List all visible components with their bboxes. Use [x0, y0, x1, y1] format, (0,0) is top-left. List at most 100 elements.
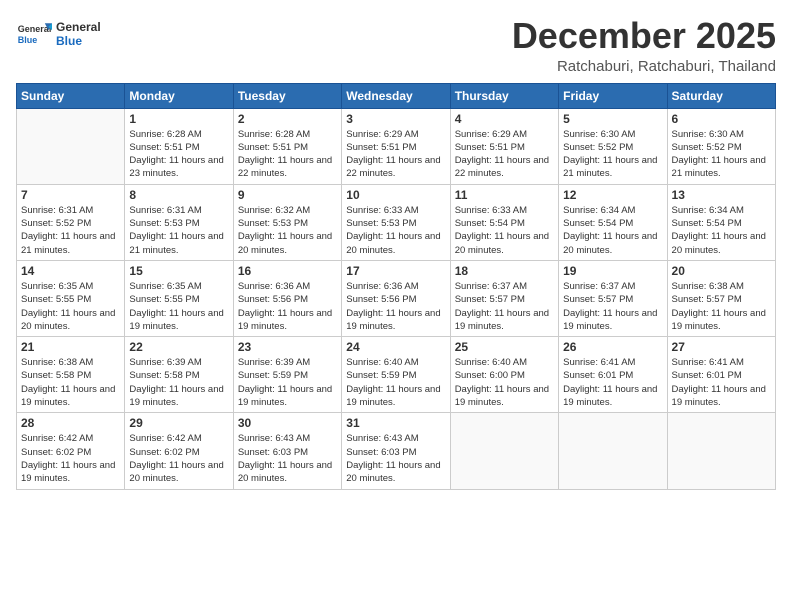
day-info: Sunrise: 6:34 AMSunset: 5:54 PMDaylight:… [563, 204, 662, 257]
calendar-cell [559, 413, 667, 489]
day-number: 11 [455, 188, 554, 202]
calendar-week-2: 7 Sunrise: 6:31 AMSunset: 5:52 PMDaylight… [17, 184, 776, 260]
weekday-header-thursday: Thursday [450, 83, 558, 108]
day-number: 10 [346, 188, 445, 202]
day-info: Sunrise: 6:39 AMSunset: 5:58 PMDaylight:… [129, 356, 228, 409]
day-info: Sunrise: 6:35 AMSunset: 5:55 PMDaylight:… [21, 280, 120, 333]
page-header: General Blue General Blue December 2025 … [16, 16, 776, 75]
day-number: 15 [129, 264, 228, 278]
day-number: 31 [346, 416, 445, 430]
day-info: Sunrise: 6:40 AMSunset: 5:59 PMDaylight:… [346, 356, 445, 409]
calendar-cell: 3 Sunrise: 6:29 AMSunset: 5:51 PMDaylight… [342, 108, 450, 184]
calendar-cell: 27Sunrise: 6:41 AMSunset: 6:01 PMDayligh… [667, 337, 775, 413]
calendar-cell: 15 Sunrise: 6:35 AMSunset: 5:55 PMDayligh… [125, 260, 233, 336]
calendar-cell: 18Sunrise: 6:37 AMSunset: 5:57 PMDayligh… [450, 260, 558, 336]
calendar-cell [667, 413, 775, 489]
day-info: Sunrise: 6:36 AMSunset: 5:56 PMDaylight:… [238, 280, 337, 333]
calendar-cell: 10 Sunrise: 6:33 AMSunset: 5:53 PMDayligh… [342, 184, 450, 260]
calendar-week-4: 21 Sunrise: 6:38 AMSunset: 5:58 PMDayligh… [17, 337, 776, 413]
day-info: Sunrise: 6:30 AMSunset: 5:52 PMDaylight:… [563, 128, 662, 181]
day-info: Sunrise: 6:33 AMSunset: 5:53 PMDaylight:… [346, 204, 445, 257]
calendar-cell: 14Sunrise: 6:35 AMSunset: 5:55 PMDayligh… [17, 260, 125, 336]
weekday-header-monday: Monday [125, 83, 233, 108]
day-info: Sunrise: 6:37 AMSunset: 5:57 PMDaylight:… [455, 280, 554, 333]
day-info: Sunrise: 6:30 AMSunset: 5:52 PMDaylight:… [672, 128, 771, 181]
day-number: 6 [672, 112, 771, 126]
weekday-header-friday: Friday [559, 83, 667, 108]
calendar-cell: 8Sunrise: 6:31 AMSunset: 5:53 PMDaylight… [125, 184, 233, 260]
day-number: 29 [129, 416, 228, 430]
calendar-cell: 25 Sunrise: 6:40 AMSunset: 6:00 PMDayligh… [450, 337, 558, 413]
day-info: Sunrise: 6:38 AMSunset: 5:58 PMDaylight:… [21, 356, 120, 409]
day-number: 5 [563, 112, 662, 126]
day-number: 13 [672, 188, 771, 202]
weekday-header-tuesday: Tuesday [233, 83, 341, 108]
calendar-cell: 7 Sunrise: 6:31 AMSunset: 5:52 PMDaylight… [17, 184, 125, 260]
day-info: Sunrise: 6:41 AMSunset: 6:01 PMDaylight:… [672, 356, 771, 409]
day-number: 16 [238, 264, 337, 278]
calendar-cell: 17 Sunrise: 6:36 AMSunset: 5:56 PMDayligh… [342, 260, 450, 336]
day-number: 3 [346, 112, 445, 126]
day-info: Sunrise: 6:42 AMSunset: 6:02 PMDaylight:… [21, 432, 120, 485]
calendar-cell [17, 108, 125, 184]
day-info: Sunrise: 6:42 AMSunset: 6:02 PMDaylight:… [129, 432, 228, 485]
calendar-cell: 28 Sunrise: 6:42 AMSunset: 6:02 PMDayligh… [17, 413, 125, 489]
calendar-cell: 30Sunrise: 6:43 AMSunset: 6:03 PMDayligh… [233, 413, 341, 489]
day-number: 21 [21, 340, 120, 354]
day-number: 22 [129, 340, 228, 354]
calendar-cell: 29 Sunrise: 6:42 AMSunset: 6:02 PMDayligh… [125, 413, 233, 489]
day-info: Sunrise: 6:32 AMSunset: 5:53 PMDaylight:… [238, 204, 337, 257]
calendar-cell: 11 Sunrise: 6:33 AMSunset: 5:54 PMDayligh… [450, 184, 558, 260]
weekday-header-wednesday: Wednesday [342, 83, 450, 108]
calendar-cell: 1Sunrise: 6:28 AMSunset: 5:51 PMDaylight… [125, 108, 233, 184]
weekday-header-row: SundayMondayTuesdayWednesdayThursdayFrid… [17, 83, 776, 108]
calendar-cell: 22 Sunrise: 6:39 AMSunset: 5:58 PMDayligh… [125, 337, 233, 413]
calendar-cell: 19Sunrise: 6:37 AMSunset: 5:57 PMDayligh… [559, 260, 667, 336]
svg-text:Blue: Blue [18, 35, 38, 45]
calendar-cell: 2 Sunrise: 6:28 AMSunset: 5:51 PMDaylight… [233, 108, 341, 184]
day-info: Sunrise: 6:35 AMSunset: 5:55 PMDaylight:… [129, 280, 228, 333]
calendar-cell: 5 Sunrise: 6:30 AMSunset: 5:52 PMDaylight… [559, 108, 667, 184]
day-info: Sunrise: 6:40 AMSunset: 6:00 PMDaylight:… [455, 356, 554, 409]
day-number: 26 [563, 340, 662, 354]
calendar-cell: 21 Sunrise: 6:38 AMSunset: 5:58 PMDayligh… [17, 337, 125, 413]
logo-blue-text: Blue [56, 34, 101, 48]
day-info: Sunrise: 6:28 AMSunset: 5:51 PMDaylight:… [238, 128, 337, 181]
day-number: 25 [455, 340, 554, 354]
day-number: 23 [238, 340, 337, 354]
calendar-cell: 16 Sunrise: 6:36 AMSunset: 5:56 PMDayligh… [233, 260, 341, 336]
day-number: 24 [346, 340, 445, 354]
day-info: Sunrise: 6:39 AMSunset: 5:59 PMDaylight:… [238, 356, 337, 409]
day-info: Sunrise: 6:37 AMSunset: 5:57 PMDaylight:… [563, 280, 662, 333]
day-info: Sunrise: 6:43 AMSunset: 6:03 PMDaylight:… [346, 432, 445, 485]
weekday-header-sunday: Sunday [17, 83, 125, 108]
day-info: Sunrise: 6:28 AMSunset: 5:51 PMDaylight:… [129, 128, 228, 181]
day-number: 7 [21, 188, 120, 202]
day-number: 17 [346, 264, 445, 278]
day-number: 9 [238, 188, 337, 202]
day-number: 30 [238, 416, 337, 430]
day-info: Sunrise: 6:36 AMSunset: 5:56 PMDaylight:… [346, 280, 445, 333]
calendar-week-1: 1Sunrise: 6:28 AMSunset: 5:51 PMDaylight… [17, 108, 776, 184]
calendar-cell: 26 Sunrise: 6:41 AMSunset: 6:01 PMDayligh… [559, 337, 667, 413]
day-info: Sunrise: 6:29 AMSunset: 5:51 PMDaylight:… [455, 128, 554, 181]
day-info: Sunrise: 6:31 AMSunset: 5:52 PMDaylight:… [21, 204, 120, 257]
day-info: Sunrise: 6:29 AMSunset: 5:51 PMDaylight:… [346, 128, 445, 181]
calendar-cell: 24 Sunrise: 6:40 AMSunset: 5:59 PMDayligh… [342, 337, 450, 413]
day-info: Sunrise: 6:33 AMSunset: 5:54 PMDaylight:… [455, 204, 554, 257]
day-number: 20 [672, 264, 771, 278]
calendar-week-3: 14Sunrise: 6:35 AMSunset: 5:55 PMDayligh… [17, 260, 776, 336]
day-number: 2 [238, 112, 337, 126]
logo-icon: General Blue [16, 16, 52, 52]
day-number: 28 [21, 416, 120, 430]
calendar-cell: 12Sunrise: 6:34 AMSunset: 5:54 PMDayligh… [559, 184, 667, 260]
calendar-week-5: 28 Sunrise: 6:42 AMSunset: 6:02 PMDayligh… [17, 413, 776, 489]
day-number: 8 [129, 188, 228, 202]
calendar-cell: 4Sunrise: 6:29 AMSunset: 5:51 PMDaylight… [450, 108, 558, 184]
calendar-cell: 23 Sunrise: 6:39 AMSunset: 5:59 PMDayligh… [233, 337, 341, 413]
calendar-table: SundayMondayTuesdayWednesdayThursdayFrid… [16, 83, 776, 490]
logo-general-text: General [56, 20, 101, 34]
calendar-cell: 13Sunrise: 6:34 AMSunset: 5:54 PMDayligh… [667, 184, 775, 260]
calendar-cell: 20Sunrise: 6:38 AMSunset: 5:57 PMDayligh… [667, 260, 775, 336]
day-info: Sunrise: 6:41 AMSunset: 6:01 PMDaylight:… [563, 356, 662, 409]
